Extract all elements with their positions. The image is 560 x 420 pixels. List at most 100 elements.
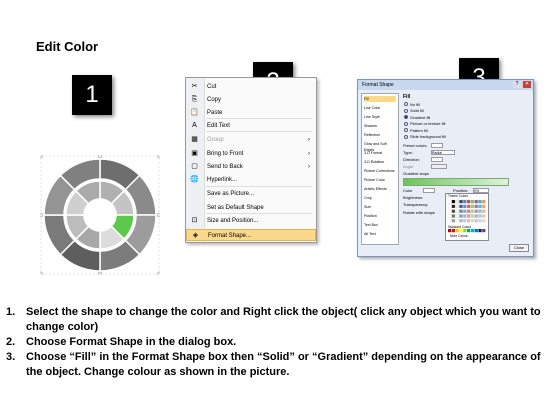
angle-input[interactable]: [431, 164, 447, 169]
color-swatch[interactable]: [459, 214, 463, 218]
color-dropdown[interactable]: [423, 188, 435, 193]
color-swatch[interactable]: [466, 214, 471, 218]
color-swatch[interactable]: [482, 219, 486, 223]
color-swatch[interactable]: [455, 214, 459, 218]
radio-slide-background-fill[interactable]: [404, 134, 408, 139]
color-swatch[interactable]: [478, 209, 482, 213]
color-swatch[interactable]: [478, 199, 482, 204]
color-swatch[interactable]: [447, 214, 452, 218]
color-swatch[interactable]: [447, 199, 452, 204]
radio-solid-fill[interactable]: [404, 108, 408, 113]
menu-item-save-as-picture[interactable]: Save as Picture...: [186, 188, 316, 200]
category-crop[interactable]: Crop: [364, 195, 396, 201]
color-swatch[interactable]: [478, 214, 482, 218]
color-swatch[interactable]: [451, 204, 456, 209]
color-swatch[interactable]: [459, 204, 463, 209]
close-icon[interactable]: ✕: [523, 81, 531, 88]
color-swatch[interactable]: [470, 209, 475, 213]
color-swatch[interactable]: [474, 209, 478, 213]
menu-item-copy[interactable]: ⎘ Copy: [186, 94, 316, 106]
radio-pattern-fill[interactable]: [404, 128, 408, 132]
category-line-color[interactable]: Line Color: [364, 105, 396, 111]
color-swatch[interactable]: [463, 214, 467, 218]
color-swatch[interactable]: [455, 199, 459, 204]
color-swatch[interactable]: [470, 199, 475, 204]
standard-swatch[interactable]: [482, 229, 486, 233]
color-swatch[interactable]: [474, 199, 478, 204]
category-size[interactable]: Size: [364, 204, 396, 210]
category-3-d-format[interactable]: 3-D Format: [364, 150, 396, 156]
menu-item-bring-to-front[interactable]: ▣ Bring to Front ›: [186, 148, 316, 160]
category-text-box[interactable]: Text Box: [364, 222, 396, 228]
category-picture-corrections[interactable]: Picture Corrections: [364, 168, 396, 174]
direction-dropdown[interactable]: [431, 157, 443, 162]
category-line-style[interactable]: Line Style: [364, 114, 396, 120]
menu-item-cut[interactable]: ✂ Cut: [186, 81, 316, 93]
color-swatch[interactable]: [451, 214, 456, 218]
menu-item-size-and-position[interactable]: ⊡ Size and Position...: [186, 215, 316, 227]
menu-item-send-to-back[interactable]: ▢ Send to Back ›: [186, 161, 316, 173]
color-swatch[interactable]: [466, 199, 471, 204]
donut-diagram[interactable]: [40, 155, 160, 275]
color-swatch[interactable]: [451, 209, 456, 213]
resize-handle[interactable]: [40, 212, 44, 218]
resize-handle[interactable]: [40, 155, 44, 159]
color-swatch[interactable]: [455, 204, 459, 209]
category-3-d-rotation[interactable]: 3-D Rotation: [364, 159, 396, 165]
color-swatch[interactable]: [459, 209, 463, 213]
color-swatch[interactable]: [455, 219, 459, 223]
preset-dropdown[interactable]: [431, 143, 443, 148]
category-shadow[interactable]: Shadow: [364, 123, 396, 129]
color-swatch[interactable]: [470, 204, 475, 209]
color-swatch[interactable]: [459, 199, 463, 204]
color-swatch[interactable]: [463, 199, 467, 204]
color-palette[interactable]: Theme Colors Standard Colors More Colors…: [445, 193, 489, 241]
color-swatch[interactable]: [466, 204, 471, 209]
gradient-stops-bar[interactable]: [403, 178, 509, 186]
color-swatch[interactable]: [447, 209, 452, 213]
color-swatch[interactable]: [482, 209, 486, 213]
standard-swatch[interactable]: [474, 229, 478, 233]
color-swatch[interactable]: [463, 204, 467, 209]
category-reflection[interactable]: Reflection: [364, 132, 396, 138]
help-icon[interactable]: ?: [513, 81, 521, 88]
category-position[interactable]: Position: [364, 213, 396, 219]
color-swatch[interactable]: [474, 204, 478, 209]
resize-handle[interactable]: [156, 271, 160, 275]
close-button[interactable]: Close: [509, 244, 529, 252]
rotate-checkbox[interactable]: Rotate with shape: [403, 210, 435, 215]
color-swatch[interactable]: [482, 204, 486, 209]
color-swatch[interactable]: [478, 219, 482, 223]
category-fill[interactable]: Fill: [364, 96, 396, 102]
color-swatch[interactable]: [470, 214, 475, 218]
color-swatch[interactable]: [459, 219, 463, 223]
resize-handle[interactable]: [97, 271, 103, 275]
color-swatch[interactable]: [466, 219, 471, 223]
color-swatch[interactable]: [447, 219, 452, 223]
color-swatch[interactable]: [482, 199, 486, 204]
color-swatch[interactable]: [470, 219, 475, 223]
color-swatch[interactable]: [455, 209, 459, 213]
category-glow-and-soft-edges[interactable]: Glow and Soft Edges: [364, 141, 396, 152]
resize-handle[interactable]: [40, 271, 44, 275]
radio-picture-or-texture-fill[interactable]: [404, 121, 408, 126]
type-dropdown[interactable]: Radial: [431, 150, 455, 155]
color-swatch[interactable]: [474, 214, 478, 218]
category-artistic-effects[interactable]: Artistic Effects: [364, 186, 396, 192]
radio-gradient-fill[interactable]: [404, 115, 408, 119]
resize-handle[interactable]: [97, 155, 103, 159]
standard-swatch[interactable]: [470, 229, 474, 233]
standard-swatch[interactable]: [478, 229, 482, 233]
resize-handle[interactable]: [156, 155, 160, 159]
color-swatch[interactable]: [463, 219, 467, 223]
color-swatch[interactable]: [447, 204, 452, 209]
color-swatch[interactable]: [478, 204, 482, 209]
category-picture-color[interactable]: Picture Color: [364, 177, 396, 183]
radio-no-fill[interactable]: [404, 102, 408, 106]
resize-handle[interactable]: [156, 212, 160, 218]
menu-item-format-shape[interactable]: ◈ Format Shape...: [186, 229, 316, 241]
more-colors-item[interactable]: More Colors...: [450, 234, 470, 239]
category-alt-text[interactable]: Alt Text: [364, 231, 396, 237]
color-swatch[interactable]: [463, 209, 467, 213]
color-swatch[interactable]: [451, 199, 456, 204]
